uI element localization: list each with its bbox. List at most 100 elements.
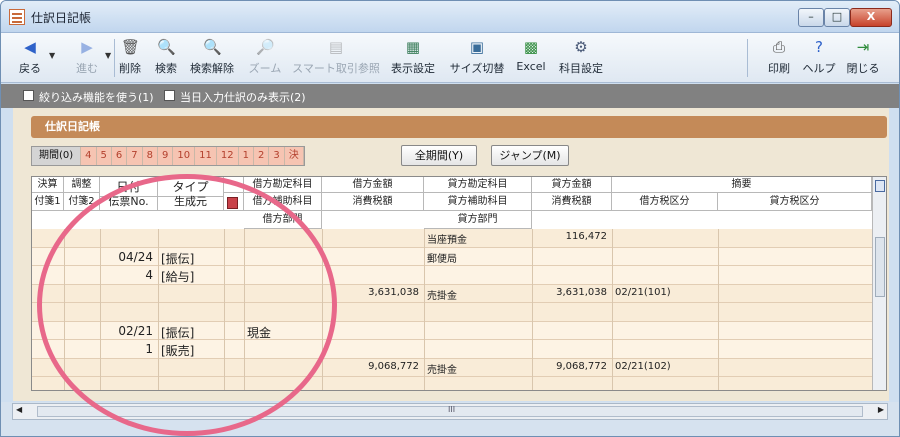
print-button[interactable]: ⎙ 印刷	[764, 36, 794, 80]
zoom-label: ズーム	[248, 62, 282, 75]
delete-label: 削除	[119, 62, 141, 75]
header-cell: 決算	[32, 177, 64, 193]
vertical-scrollbar[interactable]	[872, 177, 886, 390]
column-divider	[612, 266, 613, 285]
help-label: ヘルプ	[802, 62, 836, 75]
column-divider	[424, 340, 425, 359]
period-month-12[interactable]: 12	[216, 147, 239, 165]
display-button[interactable]: ▦ 表示設定	[385, 36, 441, 80]
door-exit-icon: ⇥	[856, 38, 870, 56]
column-divider	[424, 229, 425, 248]
header-cell: 貸方金額	[532, 177, 612, 193]
column-divider	[718, 377, 719, 390]
forward-label: 進む	[76, 62, 98, 75]
size-label: サイズ切替	[449, 62, 505, 75]
zoom-button[interactable]: 🔎 ズーム	[245, 36, 285, 80]
column-divider	[532, 358, 533, 377]
column-divider	[612, 358, 613, 377]
scroll-left-icon[interactable]: ◀	[16, 405, 22, 414]
help-icon: ?	[815, 38, 823, 56]
scroll-right-icon[interactable]: ▶	[878, 405, 884, 414]
journal-app-icon	[9, 9, 25, 25]
scroll-grip: III	[448, 405, 456, 414]
search-button[interactable]: 🔍 検索	[151, 36, 181, 80]
period-month-4[interactable]: 4	[81, 147, 97, 165]
window-close-button[interactable]: X	[850, 8, 892, 27]
column-divider	[532, 247, 533, 266]
column-divider	[718, 340, 719, 359]
column-divider	[532, 229, 533, 248]
help-button[interactable]: ? ヘルプ	[801, 36, 837, 80]
cr-cell: 売掛金	[427, 364, 457, 376]
delete-button[interactable]: 🗑 削除	[115, 36, 145, 80]
period-month-7[interactable]: 7	[127, 147, 143, 165]
vertical-scroll-thumb[interactable]	[875, 237, 885, 297]
column-divider	[322, 229, 323, 248]
column-divider	[424, 266, 425, 285]
minimize-button[interactable]: –	[798, 8, 824, 27]
subject-button[interactable]: ⚙ 科目設定	[553, 36, 609, 80]
header-cell: 借方税区分	[612, 193, 718, 211]
forward-button[interactable]: ▶ 進む	[67, 36, 107, 80]
display-label: 表示設定	[391, 62, 435, 75]
column-divider	[612, 229, 613, 248]
printer-icon: ⎙	[772, 38, 785, 56]
cr-cell: 当座預金	[427, 235, 467, 246]
header-cell: 貸方勘定科目	[424, 177, 532, 193]
size-button[interactable]: ▣ サイズ切替	[445, 36, 509, 80]
column-divider	[532, 266, 533, 285]
excel-icon: ▩	[523, 38, 539, 56]
close-btn-button[interactable]: ⇥ 閉じる	[839, 36, 887, 80]
trash-icon: 🗑	[121, 38, 141, 56]
header-cell: 貸方税区分	[718, 193, 872, 211]
period-selector: 期間(0) 4 5 6 7 8 9 10 11 12 1 2 3 決	[31, 146, 305, 166]
column-divider	[718, 266, 719, 285]
period-month-11[interactable]: 11	[195, 147, 217, 165]
clear-search-label: 検索解除	[190, 62, 234, 75]
header-cell: 消費税額	[322, 193, 424, 211]
back-arrow-icon: ◀	[24, 38, 36, 56]
header-cell: 借方金額	[322, 177, 424, 193]
back-dropdown-icon[interactable]: ▼	[49, 51, 55, 60]
size-switch-icon: ▣	[469, 38, 485, 56]
period-month-2[interactable]: 2	[254, 147, 270, 165]
memo-cell: 02/21(102)	[615, 360, 671, 372]
excel-label: Excel	[516, 60, 546, 73]
header-cell: 消費税額	[532, 193, 612, 211]
column-divider	[532, 303, 533, 322]
all-period-button[interactable]: 全期間(Y)	[401, 145, 477, 166]
header-memo: 摘要	[612, 177, 872, 193]
forward-dropdown-icon[interactable]: ▼	[105, 51, 111, 60]
filter-checkbox[interactable]	[23, 90, 34, 101]
column-divider	[718, 247, 719, 266]
period-month-5[interactable]: 5	[96, 147, 112, 165]
maximize-button[interactable]: □	[824, 8, 850, 27]
column-divider	[322, 377, 323, 390]
period-month-1[interactable]: 1	[238, 147, 254, 165]
column-divider	[532, 321, 533, 340]
smart-button[interactable]: ▤ スマート取引参照	[291, 36, 381, 80]
grid-options-icon[interactable]	[875, 180, 885, 192]
period-month-10[interactable]: 10	[173, 147, 196, 165]
period-month-8[interactable]: 8	[142, 147, 159, 165]
today-only-checkbox[interactable]	[164, 90, 175, 101]
column-divider	[612, 284, 613, 303]
cr_amt-cell: 116,472	[565, 231, 607, 242]
period-month-決[interactable]: 決	[284, 147, 304, 165]
header-cell: 調整	[64, 177, 100, 193]
excel-button[interactable]: ▩ Excel	[513, 36, 549, 80]
toolbar: ◀ 戻る ▶ 進む 🗑 削除 🔍 検索 🔍 検索解除 🔎 ズーム ▤ スマート取引参照 ▦ 表示設定 ▣ サイズ切…	[1, 33, 899, 83]
panel-title: 仕訳日記帳	[31, 116, 887, 138]
column-divider	[612, 377, 613, 390]
column-divider	[424, 321, 425, 340]
period-month-6[interactable]: 6	[111, 147, 128, 165]
back-label: 戻る	[19, 62, 41, 75]
header-cell: 貸方補助科目	[424, 193, 532, 211]
back-button[interactable]: ◀ 戻る	[9, 36, 51, 80]
jump-button[interactable]: ジャンプ(M)	[491, 145, 569, 166]
search-label: 検索	[155, 62, 177, 75]
clear-search-button[interactable]: 🔍 検索解除	[183, 36, 241, 80]
zoom-icon: 🔎	[256, 38, 275, 56]
period-month-9[interactable]: 9	[158, 147, 174, 165]
period-month-3[interactable]: 3	[269, 147, 285, 165]
